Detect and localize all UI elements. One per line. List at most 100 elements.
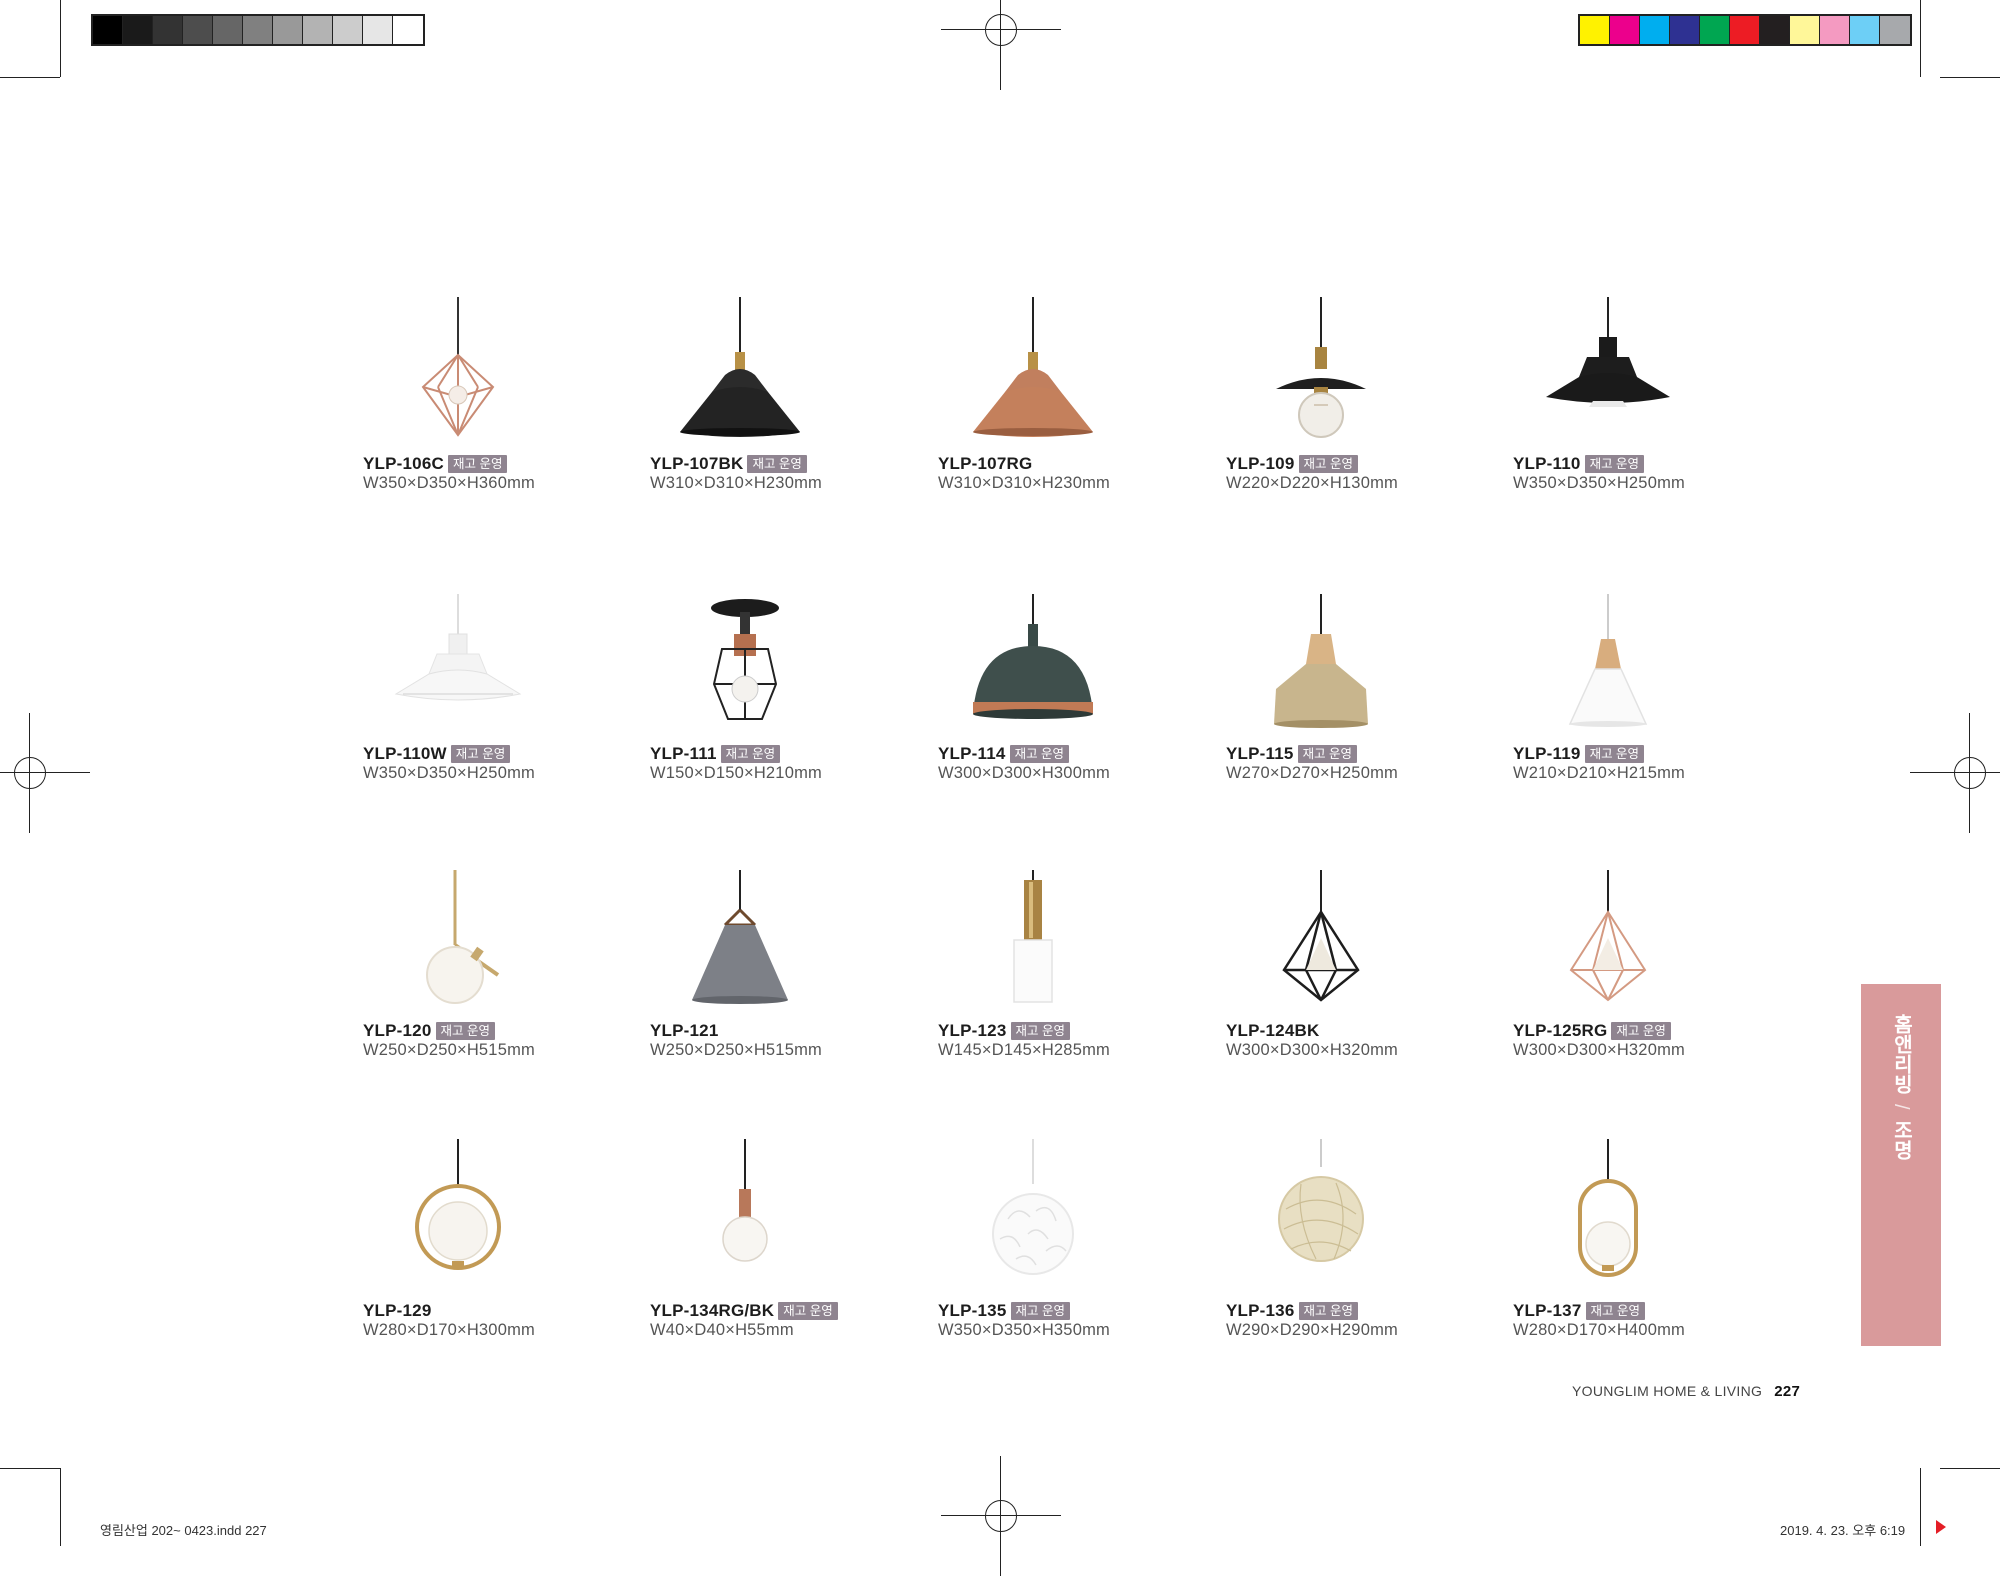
cage-ceiling-lamp-icon: [711, 599, 779, 720]
rosegold-diamond-pendant-icon: [1569, 870, 1647, 1002]
product-code: YLP-106C: [363, 454, 444, 473]
copper-dome-pendant-icon: [973, 297, 1093, 437]
product-dimensions: W310×D310×H230mm: [938, 474, 1110, 492]
color-swatch: [393, 16, 423, 44]
product-code: YLP-107BK: [650, 454, 744, 473]
registration-mark-right: [1910, 713, 2000, 833]
product-code: YLP-123: [938, 1021, 1007, 1040]
product-dimensions: W250×D250×H515mm: [363, 1041, 535, 1059]
product-dimensions: W270×D270×H250mm: [1226, 764, 1398, 782]
product-card: YLP-115 재고 운영 W270×D270×H250mm: [1226, 594, 1486, 824]
stock-badge: 재고 운영: [1298, 1302, 1358, 1320]
black-tiered-pendant-icon: [1546, 297, 1670, 407]
color-swatch: [1760, 16, 1790, 44]
side-tab-category: 홈앤리빙: [1890, 1014, 1912, 1094]
product-dimensions: W350×D350×H250mm: [363, 764, 535, 782]
stock-badge: 재고 운영: [747, 455, 807, 473]
page-footer: YOUNGLIM HOME & LIVING 227: [1572, 1383, 1800, 1400]
product-dimensions: W145×D145×H285mm: [938, 1041, 1110, 1059]
color-swatch: [1670, 16, 1700, 44]
product-code-line: YLP-124BK: [1226, 1021, 1319, 1041]
slug-file-info: 영림산업 202~ 0423.indd 227: [100, 1523, 267, 1538]
product-card: YLP-129 W280×D170×H300mm: [363, 1139, 623, 1369]
color-swatch: [1730, 16, 1760, 44]
grayscale-color-bar: [91, 14, 425, 46]
black-diamond-pendant-icon: [1282, 870, 1360, 1002]
registration-mark-left: [0, 713, 90, 833]
ring-globe-pendant-icon: [415, 1139, 501, 1270]
color-swatch: [1610, 16, 1640, 44]
color-swatch: [1850, 16, 1880, 44]
stock-badge: 재고 운영: [1297, 745, 1358, 763]
white-tiered-pendant-icon: [394, 594, 522, 701]
color-swatch: [1790, 16, 1820, 44]
stock-badge: 재고 운영: [1010, 1302, 1070, 1320]
color-swatch: [243, 16, 273, 44]
product-code-line: YLP-110 재고 운영: [1513, 454, 1645, 474]
product-code-line: YLP-111 재고 운영: [650, 744, 781, 764]
geometric-cage-pendant-icon: [421, 297, 495, 437]
color-swatch: [1880, 16, 1910, 44]
product-card: YLP-111 재고 운영 W150×D150×H210mm: [650, 594, 910, 824]
color-swatch: [1640, 16, 1670, 44]
black-dome-pendant-icon: [680, 297, 800, 437]
gold-white-cylinder-pendant-icon: [1013, 870, 1053, 1003]
product-code-line: YLP-120 재고 운영: [363, 1021, 495, 1041]
product-card: YLP-137 재고 운영 W280×D170×H400mm: [1513, 1139, 1773, 1369]
process-color-bar: [1578, 14, 1912, 46]
side-tab-separator: /: [1890, 1104, 1912, 1110]
product-card: YLP-120 재고 운영 W250×D250×H515mm: [363, 870, 623, 1100]
product-code-line: YLP-114 재고 운영: [938, 744, 1070, 764]
product-code: YLP-137: [1513, 1301, 1582, 1320]
registration-mark-top: [941, 0, 1061, 90]
green-dome-pendant-icon: [973, 594, 1093, 719]
product-code-line: YLP-109 재고 운영: [1226, 454, 1358, 474]
bare-bulb-pendant-icon: [722, 1139, 768, 1262]
stock-badge: 재고 운영: [1584, 745, 1645, 763]
product-card: YLP-107RG W310×D310×H230mm: [938, 297, 1198, 527]
product-dimensions: W300×D300×H300mm: [938, 764, 1110, 782]
color-swatch: [1580, 16, 1610, 44]
product-card: YLP-106C 재고 운영 W350×D350×H360mm: [363, 297, 623, 527]
stock-badge: 재고 운영: [450, 745, 511, 763]
product-dimensions: W300×D300×H320mm: [1513, 1041, 1685, 1059]
product-code: YLP-135: [938, 1301, 1007, 1320]
product-code-line: YLP-123 재고 운영: [938, 1021, 1070, 1041]
stock-badge: 재고 운영: [1584, 455, 1645, 473]
flat-shade-bulb-pendant-icon: [1276, 297, 1366, 438]
color-swatch: [303, 16, 333, 44]
stock-badge: 재고 운영: [447, 455, 508, 473]
stock-badge: 재고 운영: [778, 1302, 838, 1320]
white-cone-pendant-icon: [1568, 594, 1648, 727]
product-code-line: YLP-110W 재고 운영: [363, 744, 511, 764]
product-code-line: YLP-107RG: [938, 454, 1032, 474]
product-code-line: YLP-134RG/BK 재고 운영: [650, 1301, 838, 1321]
color-swatch: [273, 16, 303, 44]
glass-globe-arm-pendant-icon: [426, 870, 500, 1004]
product-code: YLP-134RG/BK: [650, 1301, 775, 1320]
color-swatch: [1700, 16, 1730, 44]
product-code: YLP-107RG: [938, 454, 1033, 473]
color-swatch: [1820, 16, 1850, 44]
product-card: YLP-107BK 재고 운영 W310×D310×H230mm: [650, 297, 910, 527]
product-code-line: YLP-125RG 재고 운영: [1513, 1021, 1671, 1041]
side-tab-subcategory: 조명: [1890, 1119, 1912, 1160]
product-code-line: YLP-129: [363, 1301, 432, 1321]
product-dimensions: W210×D210×H215mm: [1513, 764, 1685, 782]
product-code: YLP-110W: [363, 744, 447, 763]
product-card: YLP-110W 재고 운영 W350×D350×H250mm: [363, 594, 623, 824]
product-code: YLP-114: [938, 744, 1006, 763]
product-card: YLP-135 재고 운영 W350×D350×H350mm: [938, 1139, 1198, 1369]
stock-badge: 재고 운영: [1010, 1022, 1070, 1040]
product-code: YLP-111: [650, 744, 717, 763]
product-card: YLP-114 재고 운영 W300×D300×H300mm: [938, 594, 1198, 824]
gold-cone-pendant-icon: [1274, 594, 1368, 728]
stock-badge: 재고 운영: [1009, 745, 1070, 763]
product-dimensions: W300×D300×H320mm: [1226, 1041, 1398, 1059]
product-dimensions: W40×D40×H55mm: [650, 1321, 794, 1339]
product-card: YLP-121 W250×D250×H515mm: [650, 870, 910, 1100]
slug-date: 2019. 4. 23. 오후 6:19: [1780, 1523, 1906, 1538]
product-code: YLP-136: [1226, 1301, 1295, 1320]
product-code-line: YLP-136 재고 운영: [1226, 1301, 1358, 1321]
stock-badge: 재고 운영: [720, 745, 781, 763]
